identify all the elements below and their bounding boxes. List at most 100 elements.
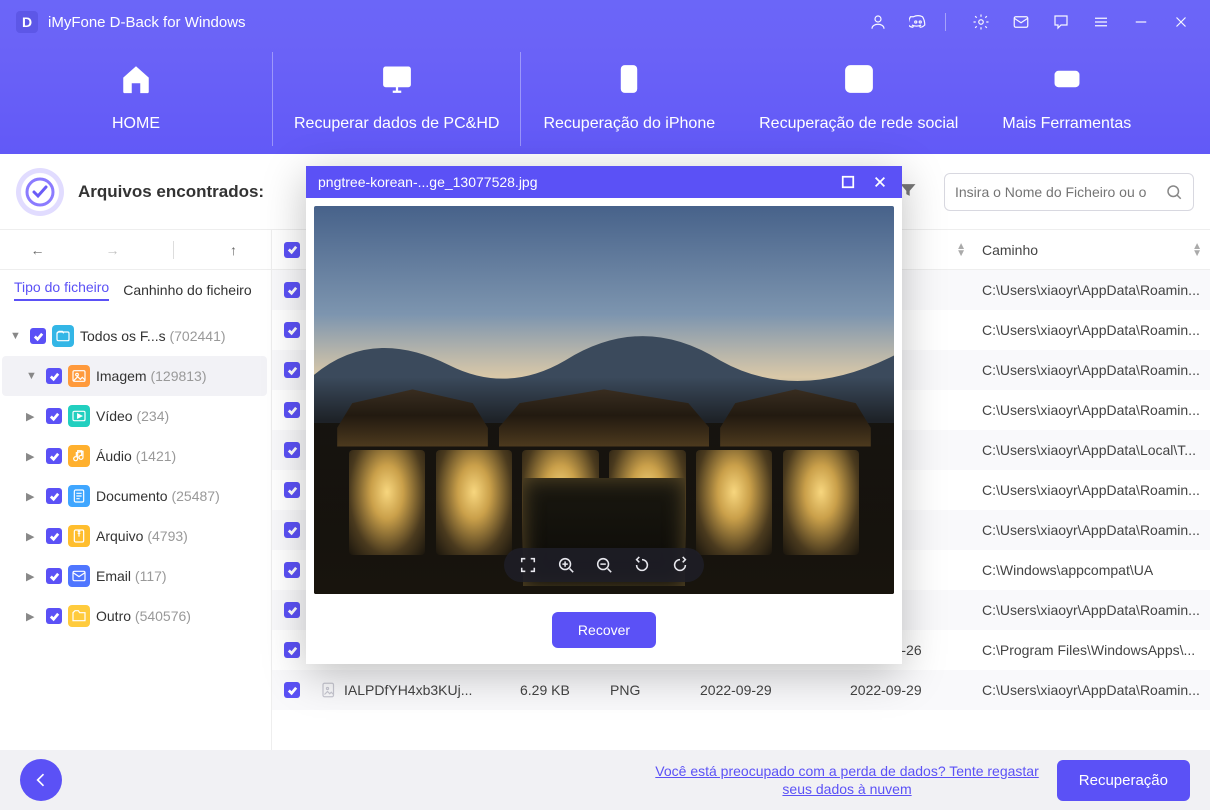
tree-item-folder-all[interactable]: ▼Todos os F...s (702441): [2, 316, 267, 356]
row-checkbox[interactable]: [284, 482, 300, 498]
zoom-out-icon[interactable]: [594, 555, 614, 575]
close-icon[interactable]: [1168, 9, 1194, 35]
feedback-icon[interactable]: [1048, 9, 1074, 35]
tree-checkbox[interactable]: [46, 448, 62, 464]
tree-item-archive[interactable]: ▶Arquivo (4793): [2, 516, 267, 556]
zoom-in-icon[interactable]: [556, 555, 576, 575]
discord-icon[interactable]: [905, 9, 931, 35]
progress-ring-icon: [16, 168, 64, 216]
file-icon: [320, 681, 338, 699]
row-checkbox[interactable]: [284, 282, 300, 298]
file-date-modified: 2022-09-29: [850, 682, 922, 698]
account-icon[interactable]: [865, 9, 891, 35]
file-path: C:\Users\xiaoyr\AppData\Roamin...: [982, 682, 1200, 698]
search-icon: [1165, 183, 1183, 201]
tree-item-label: Vídeo (234): [96, 408, 259, 424]
tab-iphone-recovery[interactable]: Recuperação do iPhone: [521, 44, 737, 154]
tree-checkbox[interactable]: [46, 608, 62, 624]
row-checkbox[interactable]: [284, 522, 300, 538]
settings-icon[interactable]: [968, 9, 994, 35]
up-arrow-icon[interactable]: ↑: [219, 242, 249, 258]
row-checkbox[interactable]: [284, 562, 300, 578]
image-preview-dialog: pngtree-korean-...ge_13077528.jpg Recove…: [306, 166, 902, 664]
file-path: C:\Users\xiaoyr\AppData\Roamin...: [982, 602, 1200, 618]
table-row[interactable]: IALPDfYH4xb3KUj...6.29 KBPNG2022-09-2920…: [272, 670, 1210, 710]
rotate-left-icon[interactable]: [632, 555, 652, 575]
caret-icon: ▶: [26, 610, 40, 623]
row-checkbox[interactable]: [284, 322, 300, 338]
tree-item-email[interactable]: ▶Email (117): [2, 556, 267, 596]
tree-checkbox[interactable]: [46, 368, 62, 384]
file-name: IALPDfYH4xb3KUj...: [344, 682, 472, 698]
search-input[interactable]: [955, 184, 1165, 200]
titlebar: D iMyFone D-Back for Windows: [0, 0, 1210, 44]
home-icon: [119, 61, 153, 97]
fullscreen-icon[interactable]: [518, 555, 538, 575]
tab-pc-recovery[interactable]: Recuperar dados de PC&HD: [272, 44, 521, 154]
row-checkbox[interactable]: [284, 682, 300, 698]
tab-social-recovery[interactable]: Recuperação de rede social: [737, 44, 980, 154]
select-all-checkbox[interactable]: [284, 242, 300, 258]
tree-item-label: Documento (25487): [96, 488, 259, 504]
sidebar: ← → ↑ Tipo do ficheiro Canhinho do fiche…: [0, 230, 272, 750]
tree-checkbox[interactable]: [46, 528, 62, 544]
tree-item-label: Outro (540576): [96, 608, 259, 624]
app-logo: D: [16, 11, 38, 33]
minimize-icon[interactable]: [1128, 9, 1154, 35]
tree-item-audio[interactable]: ▶Áudio (1421): [2, 436, 267, 476]
sidebar-tab-file-path[interactable]: Canhinho do ficheiro: [123, 282, 251, 298]
phone-icon: [612, 61, 646, 97]
sort-icon[interactable]: ▲▼: [1192, 243, 1202, 257]
sidebar-nav: ← → ↑: [0, 230, 271, 270]
sidebar-tab-file-type[interactable]: Tipo do ficheiro: [14, 279, 109, 301]
row-checkbox[interactable]: [284, 442, 300, 458]
row-checkbox[interactable]: [284, 602, 300, 618]
file-path: C:\Users\xiaoyr\AppData\Roamin...: [982, 522, 1200, 538]
sort-icon[interactable]: ▲▼: [956, 243, 966, 257]
file-path: C:\Windows\appcompat\UA: [982, 562, 1153, 578]
tree-checkbox[interactable]: [46, 568, 62, 584]
tree-item-doc[interactable]: ▶Documento (25487): [2, 476, 267, 516]
tab-home[interactable]: HOME: [0, 44, 272, 154]
preview-maximize-icon[interactable]: [838, 175, 858, 189]
tree-checkbox[interactable]: [46, 408, 62, 424]
cloud-backup-link[interactable]: Você está preocupado com a perda de dado…: [655, 762, 1038, 798]
row-checkbox[interactable]: [284, 642, 300, 658]
preview-recover-button[interactable]: Recover: [552, 612, 656, 648]
preview-close-icon[interactable]: [870, 175, 890, 189]
tree-checkbox[interactable]: [30, 328, 46, 344]
tree-checkbox[interactable]: [46, 488, 62, 504]
recover-button[interactable]: Recuperação: [1057, 760, 1190, 801]
archive-icon: [68, 525, 90, 547]
file-path: C:\Users\xiaoyr\AppData\Roamin...: [982, 282, 1200, 298]
tree-item-image[interactable]: ▼Imagem (129813): [2, 356, 267, 396]
app-window: D iMyFone D-Back for Windows HOME Recupe…: [0, 0, 1210, 810]
back-arrow-icon[interactable]: ←: [23, 242, 53, 258]
search-box[interactable]: [944, 173, 1194, 211]
folder-all-icon: [52, 325, 74, 347]
tree-item-folder[interactable]: ▶ Outro (540576): [2, 596, 267, 636]
tab-more-tools[interactable]: Mais Ferramentas: [980, 44, 1153, 154]
file-path: C:\Users\xiaoyr\AppData\Roamin...: [982, 402, 1200, 418]
file-path: C:\Users\xiaoyr\AppData\Roamin...: [982, 482, 1200, 498]
row-checkbox[interactable]: [284, 362, 300, 378]
caret-icon: ▶: [26, 410, 40, 423]
file-type: PNG: [610, 682, 640, 698]
preview-image: [314, 206, 894, 594]
appstore-icon: [842, 61, 876, 97]
rotate-right-icon[interactable]: [670, 555, 690, 575]
caret-icon: ▶: [26, 530, 40, 543]
audio-icon: [68, 445, 90, 467]
forward-arrow-icon[interactable]: →: [98, 242, 128, 258]
go-back-button[interactable]: [20, 759, 62, 801]
tree-item-video[interactable]: ▶ Vídeo (234): [2, 396, 267, 436]
row-checkbox[interactable]: [284, 402, 300, 418]
file-size: 6.29 KB: [520, 682, 570, 698]
preview-titlebar: pngtree-korean-...ge_13077528.jpg: [306, 166, 902, 198]
mail-icon[interactable]: [1008, 9, 1034, 35]
col-path-label: Caminho: [982, 242, 1038, 258]
tab-home-label: HOME: [112, 115, 160, 133]
monitor-icon: [380, 61, 414, 97]
video-icon: [68, 405, 90, 427]
menu-icon[interactable]: [1088, 9, 1114, 35]
